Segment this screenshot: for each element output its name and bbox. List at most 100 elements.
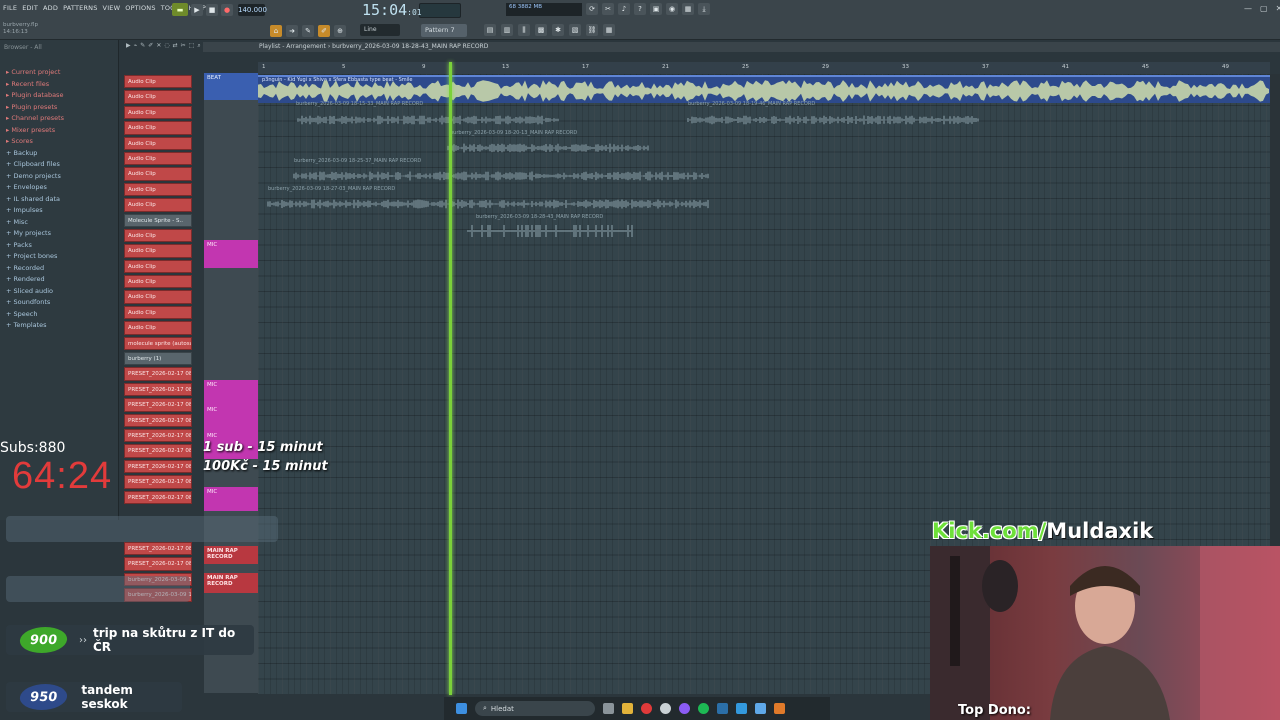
select-icon[interactable]: ⬚ [189, 42, 195, 50]
browser-item[interactable]: + IL shared data [6, 194, 64, 206]
track-header[interactable]: PRESET_2026-02-17 08-.. [124, 444, 192, 458]
track-header[interactable]: burberry (1) [124, 352, 192, 366]
mic-track-2[interactable]: MIC [204, 380, 258, 408]
browser-item[interactable]: + Clipboard files [6, 159, 64, 171]
notes-icon[interactable] [755, 703, 766, 714]
link-icon[interactable]: ⛓ [586, 24, 598, 36]
opera-icon[interactable] [641, 703, 652, 714]
track-header[interactable]: Audio Clip [124, 228, 192, 243]
magnet-icon[interactable]: ⌂ [270, 25, 282, 37]
close-icon[interactable]: ✕ [1276, 4, 1280, 13]
browser-item[interactable]: + Templates [6, 320, 64, 332]
mute-icon[interactable]: ◌ [164, 42, 169, 50]
arrow-right-icon[interactable]: ➜ [286, 25, 298, 37]
main-rap-track-2[interactable]: MAIN RAP RECORD [204, 573, 258, 593]
browser-icon[interactable]: ▧ [569, 24, 581, 36]
menu-item[interactable]: EDIT [21, 3, 39, 13]
browser-item[interactable]: + Impulses [6, 205, 64, 217]
task-view-icon[interactable] [603, 703, 614, 714]
browser-item[interactable]: ▸ Current project [6, 67, 64, 79]
track-header[interactable]: Audio Clip [124, 321, 192, 335]
browser-item[interactable]: + Speech [6, 309, 64, 321]
pencil-icon[interactable]: ✎ [302, 25, 314, 37]
track-header[interactable]: PRESET_2026-02-17 08-.. [124, 490, 192, 504]
track-header[interactable]: Audio Clip [124, 105, 192, 120]
track-header[interactable]: PRESET_2026-02-17 08-.. [124, 367, 192, 381]
refresh-icon[interactable]: ⟳ [586, 3, 598, 15]
track-header[interactable]: PRESET_2026-02-17 08-.. [124, 542, 192, 556]
playhead[interactable] [449, 62, 452, 695]
clip-waveform[interactable] [447, 143, 649, 153]
snap-select[interactable]: Line [360, 24, 400, 36]
track-header[interactable]: PRESET_2026-02-17 08-.. [124, 382, 192, 397]
track-header[interactable]: Audio Clip [124, 182, 192, 197]
menu-item[interactable]: OPTIONS [124, 3, 156, 13]
plugin-picker-icon[interactable]: ✱ [552, 24, 564, 36]
browser-item[interactable]: + Backup [6, 148, 64, 160]
draw-icon[interactable]: ✎ [140, 42, 145, 50]
browser-item[interactable]: + Recorded [6, 263, 64, 275]
track-header[interactable]: PRESET_2026-02-17 08-.. [124, 475, 192, 489]
browser-item[interactable]: ▸ Plugin database [6, 90, 64, 102]
menu-item[interactable]: VIEW [102, 3, 122, 13]
browser-item[interactable]: + My projects [6, 228, 64, 240]
playlist-titlebar[interactable]: Playlist - Arrangement › burbverry_2026-… [203, 42, 1280, 52]
recorded-waveforms[interactable] [258, 100, 1270, 240]
save-icon[interactable]: ▣ [650, 3, 662, 15]
tools-icon[interactable]: ✂ [602, 3, 614, 15]
record-icon[interactable]: ● [221, 3, 233, 16]
track-header[interactable]: Audio Clip [124, 198, 192, 212]
track-header[interactable]: Molecule Sprite - S.. [124, 213, 192, 227]
clip-waveform[interactable] [267, 199, 709, 209]
browser-item[interactable]: ▸ Mixer presets [6, 125, 64, 137]
menu-arrow-icon[interactable]: ▶ [126, 42, 131, 50]
play-icon[interactable]: ▶ [191, 3, 203, 16]
taskbar-search[interactable]: ⌕ Hledat [475, 701, 595, 716]
browser-item[interactable]: + Envelopes [6, 182, 64, 194]
slip-icon[interactable]: ⇄ [173, 42, 178, 50]
discord-icon[interactable] [679, 703, 690, 714]
mixer-icon[interactable]: ⫼ [518, 24, 530, 36]
track-header[interactable]: Audio Clip [124, 151, 192, 166]
timeline-ruler[interactable]: 1 5 9 13 17 21 25 29 33 37 41 45 49 [258, 62, 1270, 74]
maximize-icon[interactable]: ▢ [1260, 4, 1268, 13]
stamp-icon[interactable]: ⊕ [334, 25, 346, 37]
paint-icon[interactable]: ✐ [148, 42, 153, 50]
track-header[interactable]: Audio Clip [124, 290, 192, 304]
clip-waveform[interactable] [297, 115, 559, 125]
track-header[interactable]: Audio Clip [124, 259, 192, 274]
track-header[interactable]: molecule sprite (autosav.. [124, 336, 192, 351]
stop-icon[interactable]: ■ [206, 3, 218, 16]
menu-item[interactable]: FILE [2, 3, 18, 13]
snap-icon[interactable]: ⌁ [134, 42, 138, 50]
browser-item[interactable]: + Misc [6, 217, 64, 229]
obs-icon[interactable] [660, 703, 671, 714]
tempo-display[interactable]: 140.000 [238, 4, 267, 16]
track-header[interactable]: PRESET_2026-02-17 08-.. [124, 398, 192, 412]
chat-icon[interactable]: ◉ [666, 3, 678, 15]
slice-icon[interactable]: ✂ [181, 42, 186, 50]
plugin-icon[interactable]: ▦ [682, 3, 694, 15]
export-icon[interactable]: ⤓ [698, 3, 710, 15]
track-header[interactable]: Audio Clip [124, 121, 192, 135]
help-icon[interactable]: ? [634, 3, 646, 15]
windows-start-icon[interactable] [456, 703, 467, 714]
clip-waveform[interactable] [293, 171, 709, 181]
mic-track-1[interactable]: MIC [204, 240, 258, 268]
track-header[interactable]: Audio Clip [124, 244, 192, 258]
clip-waveform[interactable] [467, 225, 633, 237]
spotify-icon[interactable] [698, 703, 709, 714]
browser-item[interactable]: + Sliced audio [6, 286, 64, 298]
beat-audio-clip[interactable]: p3nguin - Kid Yugi x Shiva x Sfera Ebbas… [258, 75, 1270, 103]
pattern-song-toggle[interactable]: ▬ [172, 3, 188, 16]
delete-icon[interactable]: ✕ [156, 42, 161, 50]
browser-item[interactable]: ▸ Plugin presets [6, 102, 64, 114]
steam-icon[interactable] [717, 703, 728, 714]
minimize-icon[interactable]: — [1244, 4, 1252, 13]
menu-item[interactable]: PATTERNS [62, 3, 98, 13]
track-header[interactable]: PRESET_2026-02-17 08-.. [124, 557, 192, 571]
browser-item[interactable]: ▸ Recent files [6, 79, 64, 91]
playlist-icon[interactable]: ▤ [484, 24, 496, 36]
track-header[interactable]: Audio Clip [124, 136, 192, 150]
browser-item[interactable]: + Demo projects [6, 171, 64, 183]
